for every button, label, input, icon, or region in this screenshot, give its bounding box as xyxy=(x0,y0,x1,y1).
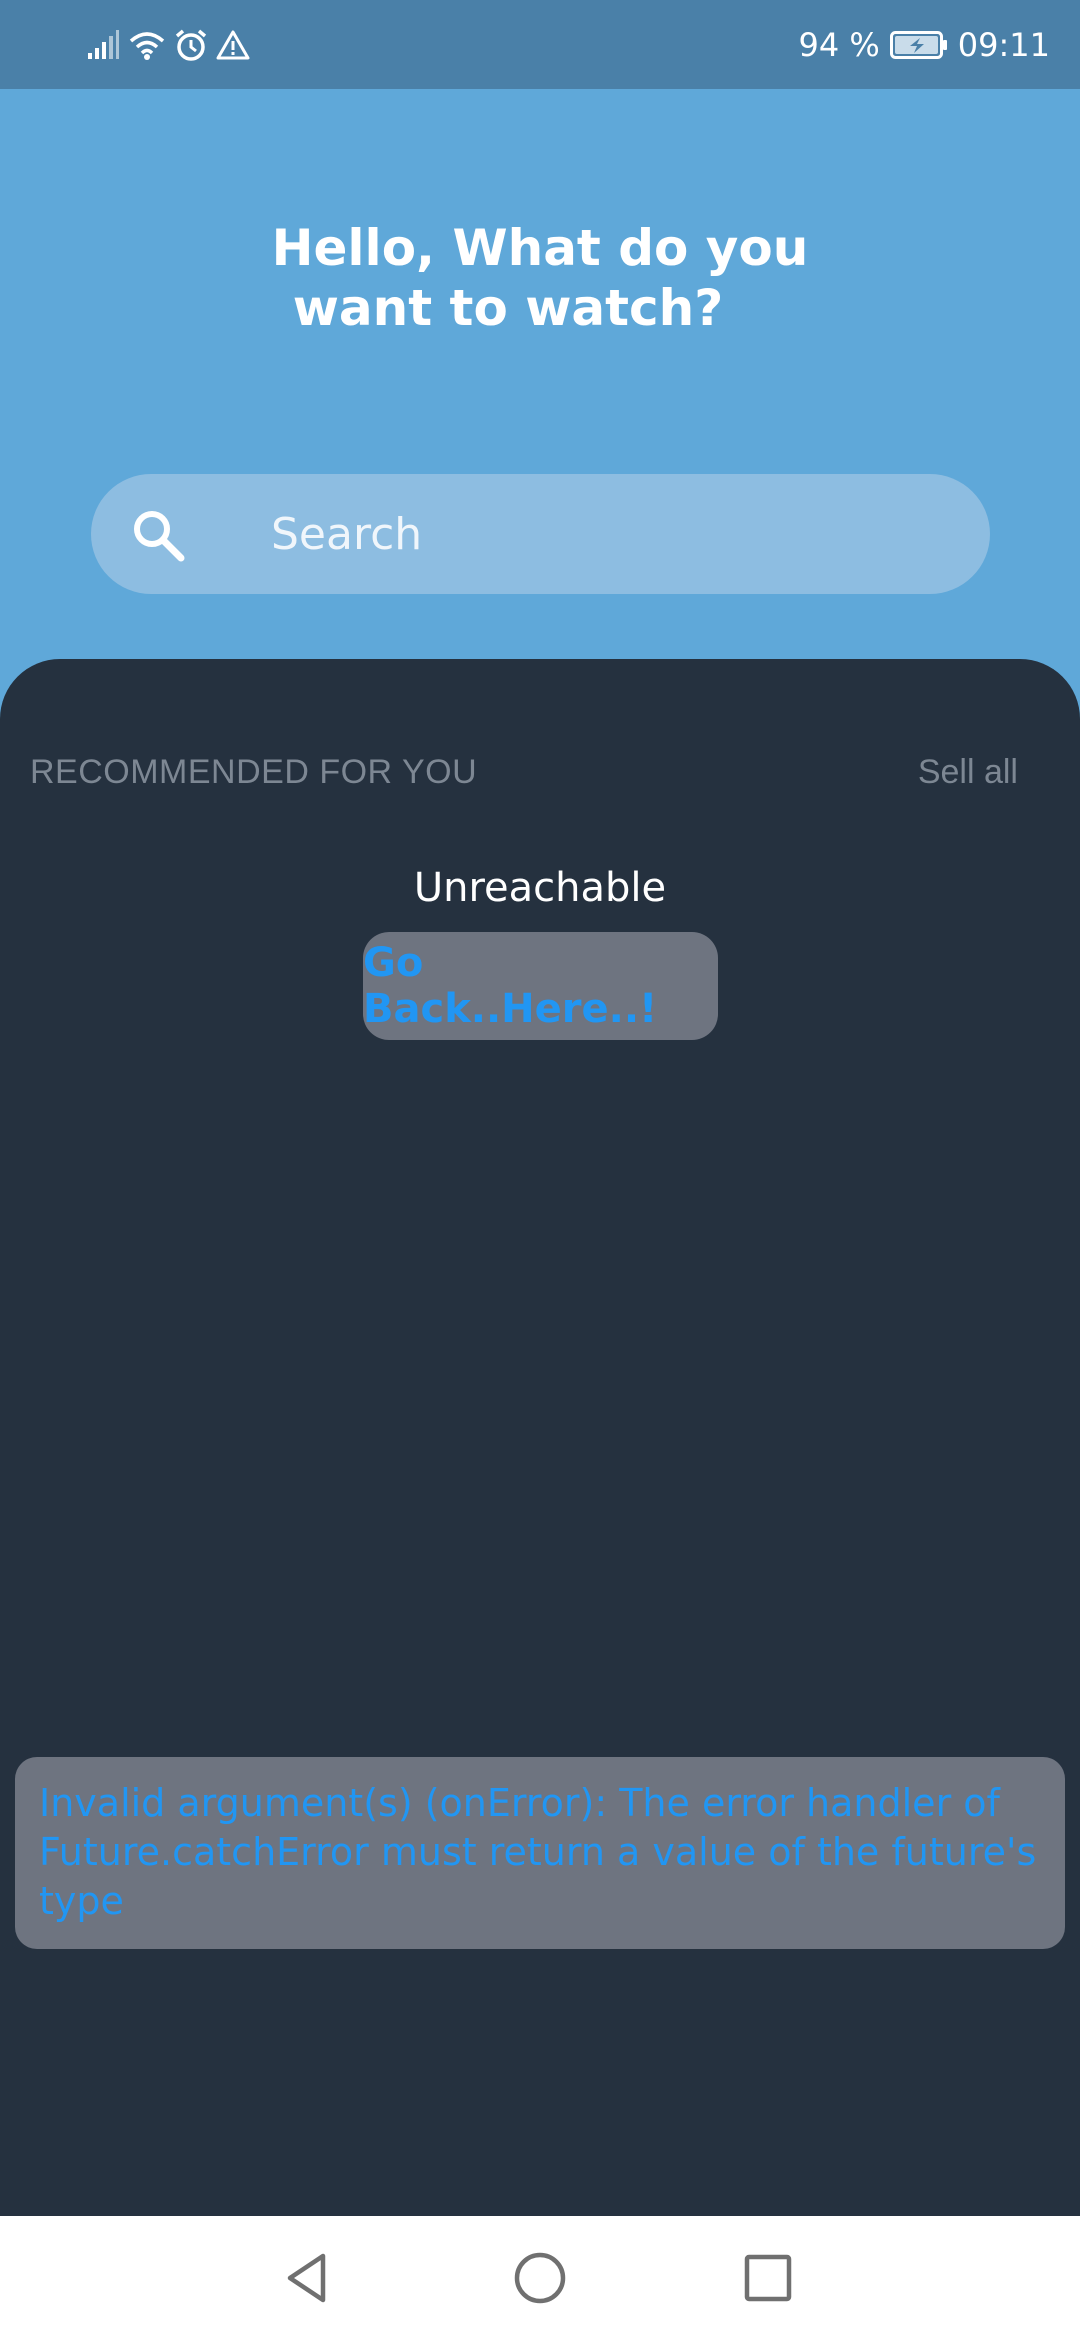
home-icon[interactable] xyxy=(510,2248,570,2308)
error-snackbar: Invalid argument(s) (onError): The error… xyxy=(15,1757,1065,1949)
back-icon[interactable] xyxy=(278,2248,338,2308)
alarm-icon xyxy=(175,29,207,61)
battery-percent: 94 % xyxy=(798,26,880,64)
system-nav-bar xyxy=(0,2216,1080,2340)
go-back-button[interactable]: Go Back..Here..! xyxy=(363,932,718,1040)
see-all-link[interactable]: Sell all xyxy=(918,753,1018,792)
header: Hello, What do you want to watch? xyxy=(0,89,1080,689)
warning-icon xyxy=(216,30,250,60)
greeting-line-1: Hello, What do you xyxy=(271,219,809,277)
section-title: RECOMMENDED FOR YOU xyxy=(30,753,478,791)
error-message: Unreachable xyxy=(413,865,667,911)
wifi-icon xyxy=(129,32,165,60)
search-icon[interactable] xyxy=(127,504,189,566)
status-bar: 94 % 09:11 xyxy=(0,0,1080,89)
content-panel: RECOMMENDED FOR YOU Sell all Unreachable… xyxy=(0,659,1080,2216)
battery-charging-icon xyxy=(889,31,947,59)
status-right: 94 % 09:11 xyxy=(798,24,1050,66)
clock: 09:11 xyxy=(957,26,1050,64)
greeting-line-2: want to watch? xyxy=(292,279,724,337)
recents-icon[interactable] xyxy=(738,2248,798,2308)
search-input[interactable] xyxy=(271,474,951,594)
signal-icon xyxy=(88,30,119,59)
search-bar[interactable] xyxy=(91,474,990,594)
status-icons-left xyxy=(86,26,250,64)
